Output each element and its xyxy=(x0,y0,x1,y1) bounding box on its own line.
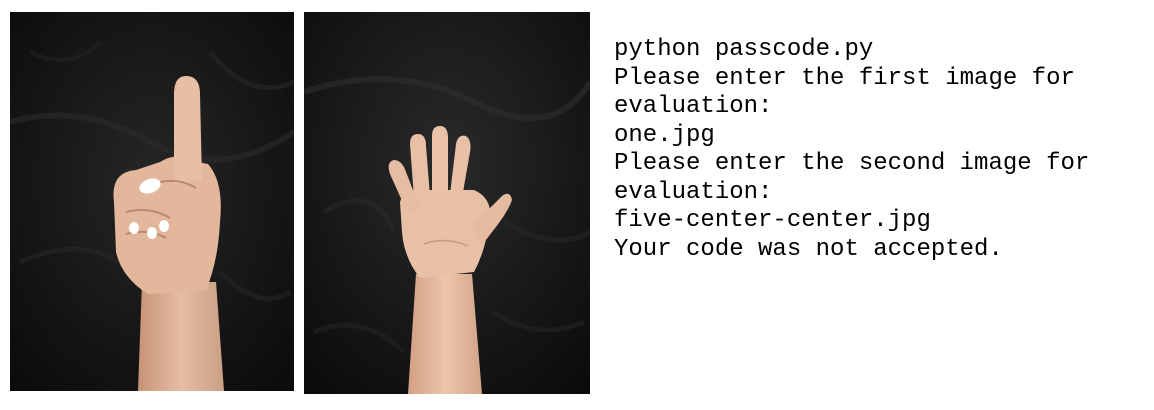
nail-2 xyxy=(147,227,157,239)
five-finger-photo xyxy=(304,12,590,394)
terminal-input-first: one.jpg xyxy=(614,121,715,149)
terminal-input-second: five-center-center.jpg xyxy=(614,207,931,234)
hand-open-palm-image xyxy=(304,12,590,394)
terminal-output: python passcode.py Please enter the firs… xyxy=(614,36,1146,264)
nail-1 xyxy=(129,222,139,234)
terminal-command: python passcode.py xyxy=(614,36,874,63)
terminal-prompt-first: Please enter the first image for xyxy=(614,64,1075,92)
terminal-prompt-first-cont: evaluation: xyxy=(614,93,773,120)
middle-finger xyxy=(432,126,448,194)
terminal-prompt-second-cont: evaluation: xyxy=(614,178,773,206)
nail-3 xyxy=(159,220,169,232)
forearm xyxy=(138,282,224,391)
hand-one-finger-image xyxy=(10,12,294,391)
terminal-prompt-second: Please enter the second image for xyxy=(614,150,1090,177)
one-finger-photo xyxy=(10,12,294,391)
forearm xyxy=(408,274,482,394)
index-finger xyxy=(174,76,202,184)
terminal-result: Your code was not accepted. xyxy=(614,235,1003,263)
